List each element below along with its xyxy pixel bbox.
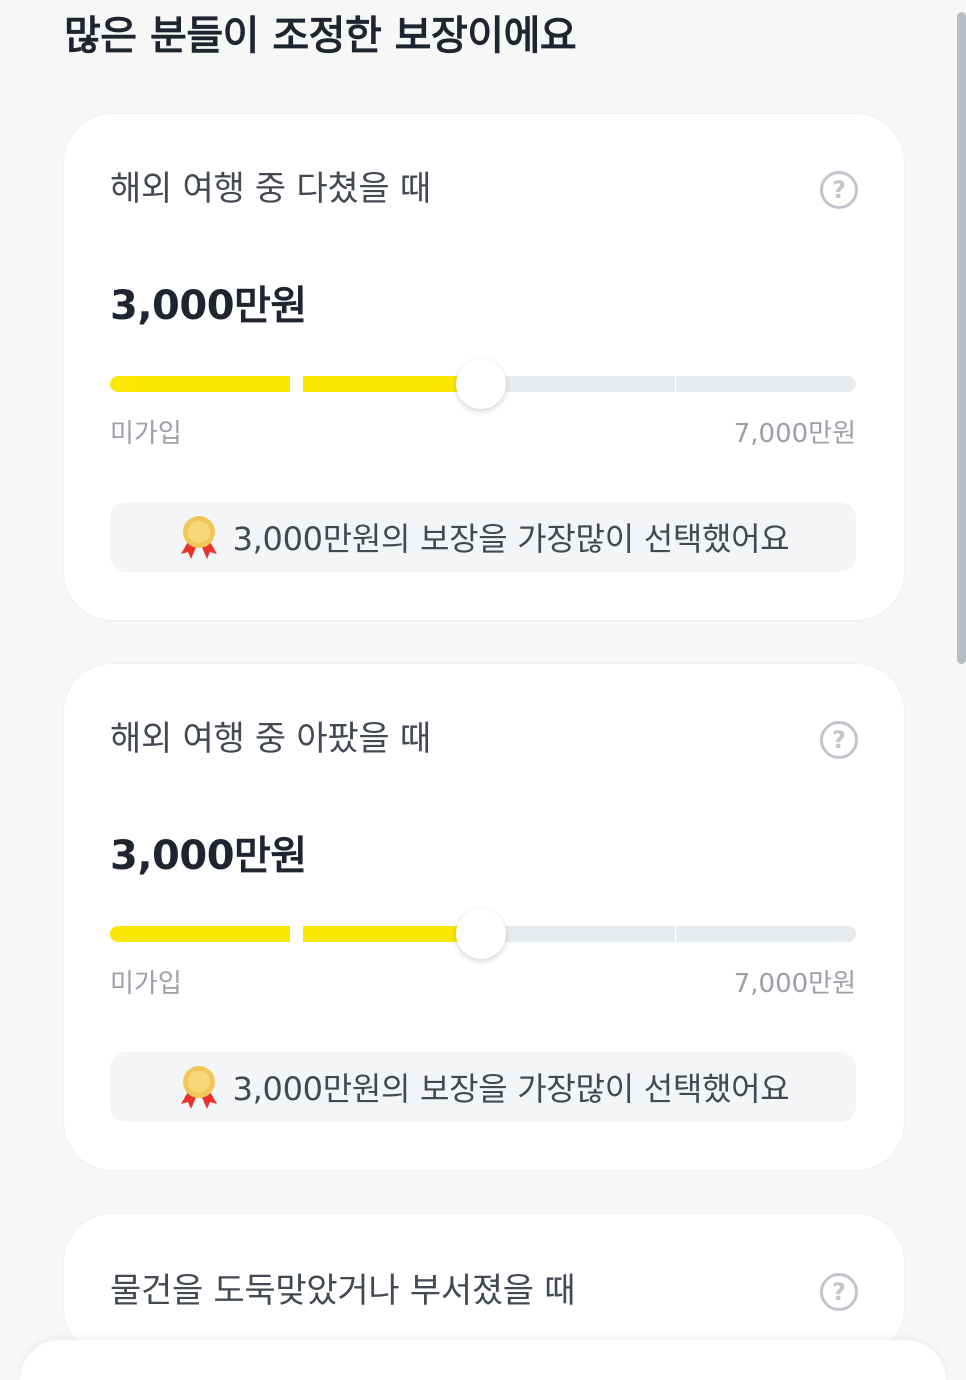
- coverage-title: 물건을 도둑맞았거나 부서졌을 때: [110, 1271, 576, 1311]
- slider-min-label: 미가입: [110, 419, 182, 449]
- coverage-card-illness: 해외 여행 중 아팠을 때 ? 3,000만원 미가입 7,000만원 3,00…: [64, 664, 904, 1170]
- medal-icon: [180, 516, 217, 559]
- help-icon[interactable]: ?: [820, 721, 858, 759]
- slider-min-label: 미가입: [110, 969, 182, 999]
- slider-segment-3: [495, 376, 675, 392]
- coverage-card-injury: 해외 여행 중 다쳤을 때 ? 3,000만원 미가입 7,000만원 3,00…: [64, 114, 904, 620]
- medal-icon: [180, 1066, 217, 1109]
- slider-segment-2: [303, 926, 481, 942]
- help-icon[interactable]: ?: [820, 171, 858, 209]
- coverage-title: 해외 여행 중 아팠을 때: [110, 719, 431, 759]
- slider-segment-2: [303, 376, 481, 392]
- coverage-slider[interactable]: [110, 359, 856, 409]
- slider-max-label: 7,000만원: [733, 969, 856, 999]
- slider-segment-3: [495, 926, 675, 942]
- badge-text: 3,000만원의 보장을 가장많이 선택했어요: [232, 1070, 790, 1108]
- badge-text: 3,000만원의 보장을 가장많이 선택했어요: [232, 520, 790, 558]
- slider-thumb[interactable]: [456, 909, 506, 959]
- slider-segment-1: [110, 926, 290, 942]
- help-icon[interactable]: ?: [820, 1273, 858, 1311]
- page-title: 많은 분들이 조정한 보장이에요: [64, 13, 577, 59]
- slider-segment-4: [676, 926, 856, 942]
- slider-max-label: 7,000만원: [733, 419, 856, 449]
- coverage-amount: 3,000만원: [110, 833, 307, 879]
- scrollbar[interactable]: [957, 12, 966, 664]
- slider-segment-1: [110, 376, 290, 392]
- coverage-title: 해외 여행 중 다쳤을 때: [110, 169, 431, 209]
- slider-thumb[interactable]: [456, 359, 506, 409]
- popular-choice-badge: 3,000만원의 보장을 가장많이 선택했어요: [110, 1052, 856, 1122]
- coverage-slider[interactable]: [110, 909, 856, 959]
- coverage-card-theft: 물건을 도둑맞았거나 부서졌을 때 ?: [64, 1214, 904, 1356]
- popular-choice-badge: 3,000만원의 보장을 가장많이 선택했어요: [110, 502, 856, 572]
- bottom-sheet: [20, 1340, 946, 1380]
- coverage-amount: 3,000만원: [110, 283, 307, 329]
- slider-segment-4: [676, 376, 856, 392]
